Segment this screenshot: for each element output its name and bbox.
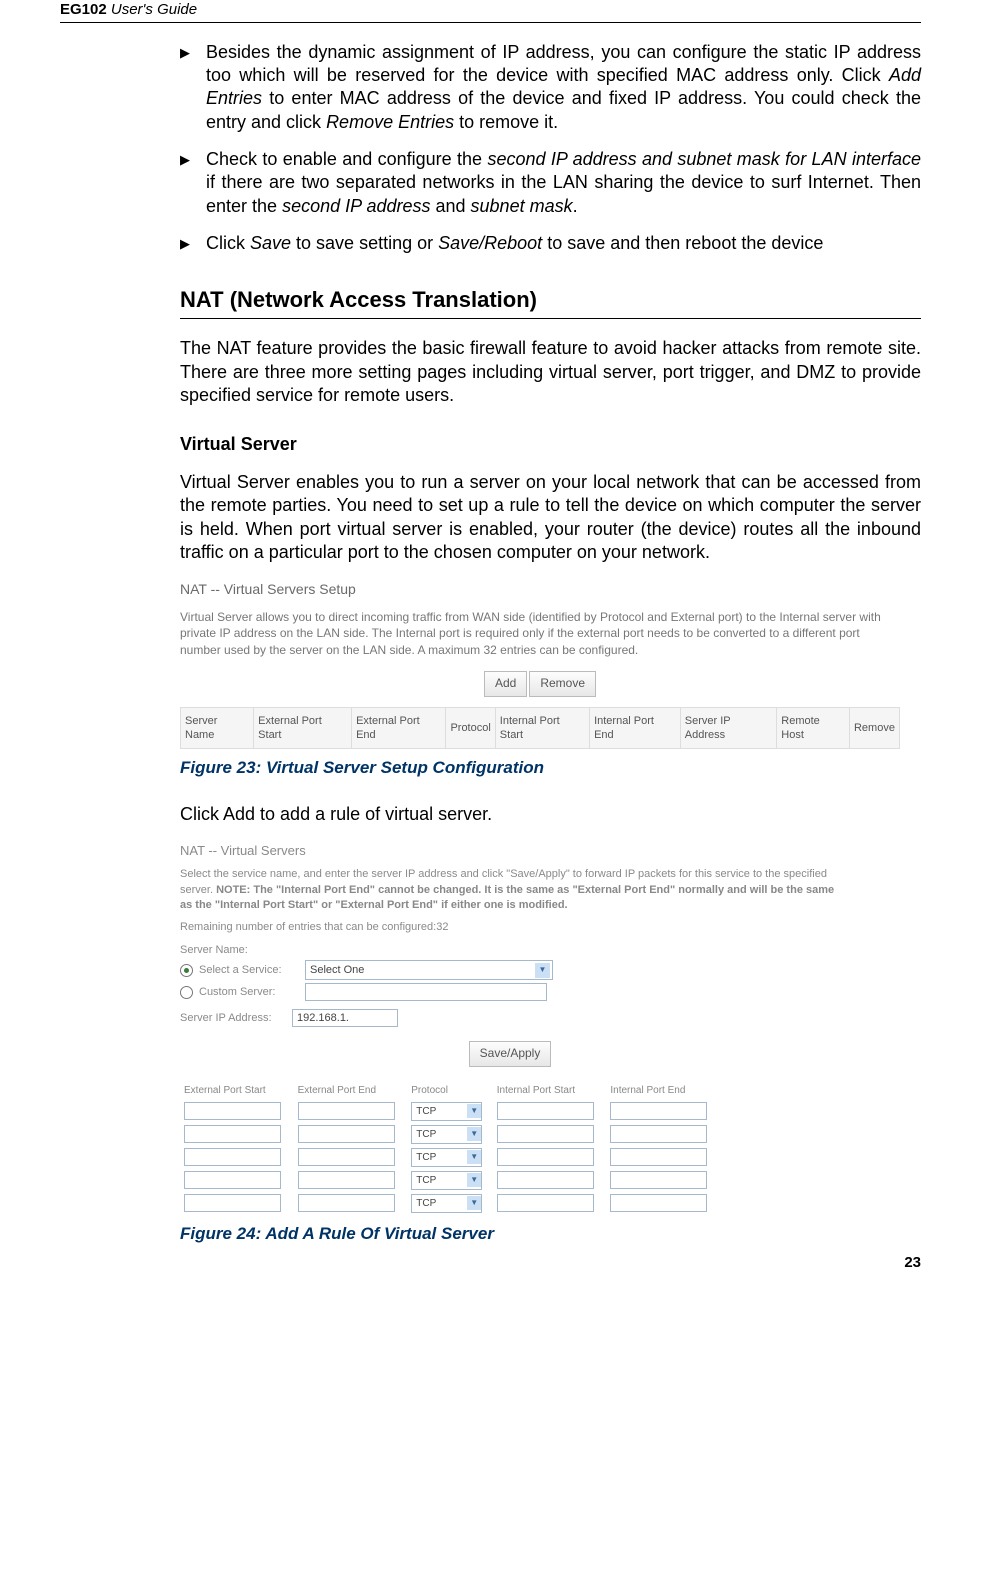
- add-virtual-server-screenshot: NAT -- Virtual Servers Select the servic…: [180, 843, 840, 1215]
- chevron-down-icon: ▼: [467, 1150, 481, 1164]
- int-end-input[interactable]: [610, 1171, 707, 1189]
- bullet-item: ▶ Besides the dynamic assignment of IP a…: [180, 41, 921, 135]
- table-row: TCP▼: [180, 1100, 720, 1123]
- shot2-desc: Select the service name, and enter the s…: [180, 867, 840, 913]
- table-row: TCP▼: [180, 1123, 720, 1146]
- ext-start-input[interactable]: [184, 1148, 281, 1166]
- virtual-server-paragraph: Virtual Server enables you to run a serv…: [180, 471, 921, 565]
- ext-end-input[interactable]: [298, 1148, 395, 1166]
- custom-server-row: Custom Server:: [180, 983, 840, 1001]
- ext-start-input[interactable]: [184, 1171, 281, 1189]
- table-row: TCP▼: [180, 1192, 720, 1215]
- int-start-input[interactable]: [497, 1148, 594, 1166]
- col2-int-end: Internal Port End: [606, 1081, 720, 1100]
- chevron-down-icon: ▼: [467, 1104, 481, 1118]
- model-name: EG102: [60, 1, 107, 18]
- int-end-input[interactable]: [610, 1102, 707, 1120]
- col-ext-port-start: External Port Start: [254, 707, 352, 749]
- protocol-select[interactable]: TCP▼: [411, 1194, 482, 1213]
- add-button[interactable]: Add: [484, 671, 527, 697]
- shot1-desc: Virtual Server allows you to direct inco…: [180, 609, 900, 659]
- shot1-title: NAT -- Virtual Servers Setup: [180, 580, 900, 598]
- select-service-radio[interactable]: [180, 964, 193, 977]
- server-ip-row: Server IP Address: 192.168.1.: [180, 1009, 840, 1027]
- virtual-server-table: Server Name External Port Start External…: [180, 707, 900, 750]
- int-end-input[interactable]: [610, 1194, 707, 1212]
- custom-server-label: Custom Server:: [199, 985, 299, 999]
- figure-24-caption: Figure 24: Add A Rule Of Virtual Server: [180, 1223, 921, 1245]
- ext-end-input[interactable]: [298, 1171, 395, 1189]
- shot2-title: NAT -- Virtual Servers: [180, 843, 840, 860]
- figure-23-caption: Figure 23: Virtual Server Setup Configur…: [180, 757, 921, 779]
- virtual-server-heading: Virtual Server: [180, 433, 921, 456]
- click-add-paragraph: Click Add to add a rule of virtual serve…: [180, 803, 921, 826]
- remaining-entries: Remaining number of entries that can be …: [180, 920, 840, 935]
- port-mapping-table: External Port Start External Port End Pr…: [180, 1081, 720, 1215]
- ext-end-input[interactable]: [298, 1102, 395, 1120]
- col-int-port-start: Internal Port Start: [495, 707, 589, 749]
- ext-end-input[interactable]: [298, 1194, 395, 1212]
- chevron-down-icon: ▼: [467, 1127, 481, 1141]
- bullet-text-3: Click Save to save setting or Save/Reboo…: [206, 232, 921, 255]
- shot2-button-row: Save/Apply: [180, 1041, 840, 1067]
- int-start-input[interactable]: [497, 1125, 594, 1143]
- table-row: TCP▼: [180, 1169, 720, 1192]
- guide-label: User's Guide: [107, 1, 197, 18]
- int-start-input[interactable]: [497, 1171, 594, 1189]
- col-remove: Remove: [849, 707, 899, 749]
- col-protocol: Protocol: [446, 707, 495, 749]
- header-title: EG102 User's Guide: [60, 0, 197, 20]
- service-dropdown-value: Select One: [310, 963, 364, 977]
- col-server-name: Server Name: [181, 707, 254, 749]
- int-start-input[interactable]: [497, 1102, 594, 1120]
- col-server-ip: Server IP Address: [680, 707, 777, 749]
- col2-int-start: Internal Port Start: [493, 1081, 607, 1100]
- page-header: EG102 User's Guide: [60, 0, 921, 23]
- chevron-down-icon: ▼: [535, 963, 550, 978]
- select-service-row: Select a Service: Select One ▼: [180, 960, 840, 980]
- save-apply-button[interactable]: Save/Apply: [469, 1041, 552, 1067]
- bullet-marker: ▶: [180, 148, 190, 218]
- ext-end-input[interactable]: [298, 1125, 395, 1143]
- protocol-select[interactable]: TCP▼: [411, 1148, 482, 1167]
- protocol-select[interactable]: TCP▼: [411, 1171, 482, 1190]
- remove-button[interactable]: Remove: [529, 671, 596, 697]
- custom-server-radio[interactable]: [180, 986, 193, 999]
- page-number: 23: [60, 1253, 921, 1273]
- bullet-marker: ▶: [180, 232, 190, 255]
- server-name-label: Server Name:: [180, 943, 840, 957]
- col-ext-port-end: External Port End: [352, 707, 446, 749]
- chevron-down-icon: ▼: [467, 1196, 481, 1210]
- col2-ext-start: External Port Start: [180, 1081, 294, 1100]
- select-service-label: Select a Service:: [199, 963, 299, 977]
- ext-start-input[interactable]: [184, 1102, 281, 1120]
- protocol-select[interactable]: TCP▼: [411, 1102, 482, 1121]
- col-int-port-end: Internal Port End: [590, 707, 681, 749]
- table-row: TCP▼: [180, 1146, 720, 1169]
- ext-start-input[interactable]: [184, 1194, 281, 1212]
- int-start-input[interactable]: [497, 1194, 594, 1212]
- nat-section-title: NAT (Network Access Translation): [180, 286, 921, 320]
- bullet-text-2: Check to enable and configure the second…: [206, 148, 921, 218]
- bullet-item: ▶ Click Save to save setting or Save/Reb…: [180, 232, 921, 255]
- server-ip-input[interactable]: 192.168.1.: [292, 1009, 398, 1027]
- nat-paragraph: The NAT feature provides the basic firew…: [180, 337, 921, 407]
- bullet-marker: ▶: [180, 41, 190, 135]
- protocol-select[interactable]: TCP▼: [411, 1125, 482, 1144]
- col2-ext-end: External Port End: [294, 1081, 408, 1100]
- ext-start-input[interactable]: [184, 1125, 281, 1143]
- chevron-down-icon: ▼: [467, 1173, 481, 1187]
- bullet-item: ▶ Check to enable and configure the seco…: [180, 148, 921, 218]
- shot1-button-row: AddRemove: [180, 671, 900, 697]
- int-end-input[interactable]: [610, 1148, 707, 1166]
- int-end-input[interactable]: [610, 1125, 707, 1143]
- col2-protocol: Protocol: [407, 1081, 492, 1100]
- custom-server-input[interactable]: [305, 983, 547, 1001]
- server-ip-label: Server IP Address:: [180, 1011, 286, 1025]
- col-remote-host: Remote Host: [777, 707, 850, 749]
- virtual-server-setup-screenshot: NAT -- Virtual Servers Setup Virtual Ser…: [180, 580, 900, 749]
- bullet-text-1: Besides the dynamic assignment of IP add…: [206, 41, 921, 135]
- service-dropdown[interactable]: Select One ▼: [305, 960, 553, 980]
